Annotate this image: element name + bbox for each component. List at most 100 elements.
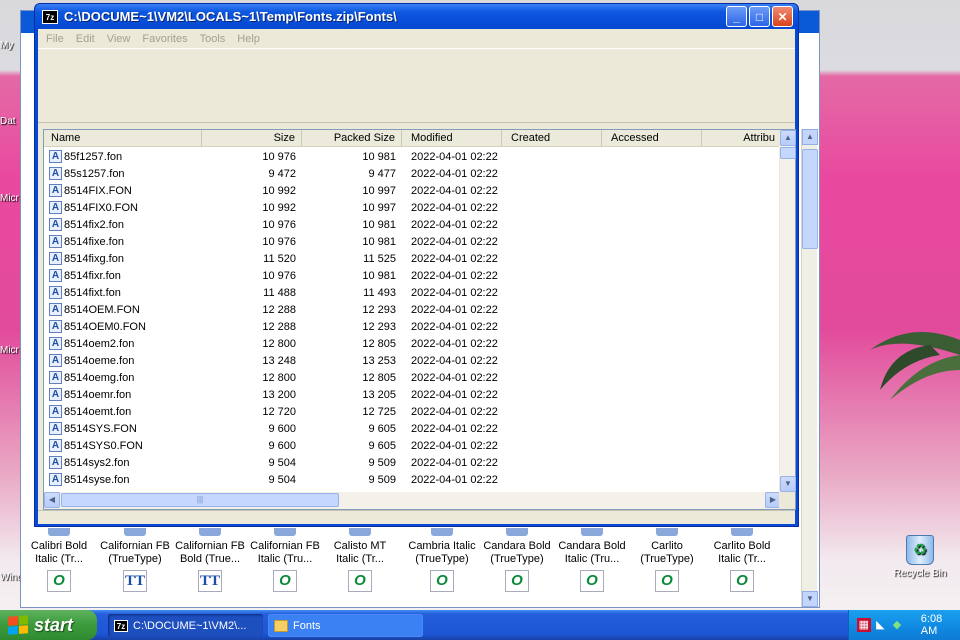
menu-favorites[interactable]: Favorites xyxy=(136,33,193,45)
toolbar-area xyxy=(38,49,795,123)
taskbar-button-fonts[interactable]: Fonts xyxy=(268,614,423,637)
file-row[interactable]: A 85s1257.fon 9 472 9 477 2022-04-01 02:22 xyxy=(44,165,781,182)
file-row[interactable]: A 8514fixe.fon 10 976 10 981 2022-04-01 02:2… xyxy=(44,233,781,250)
scroll-down-arrow-icon[interactable]: ▼ xyxy=(802,591,818,607)
file-name-cell: A 8514SYS.FON xyxy=(44,422,202,435)
7zip-window[interactable]: 7z C:\DOCUME~1\VM2\LOCALS~1\Temp\Fonts.z… xyxy=(34,3,799,527)
file-name: 8514oemr.fon xyxy=(64,388,132,401)
file-packed-size: 9 509 xyxy=(368,456,396,469)
desktop-icon-label[interactable]: Dat xyxy=(0,116,22,127)
maximize-button[interactable]: □ xyxy=(749,6,770,27)
file-row[interactable]: A 8514FIX0.FON 10 992 10 997 2022-04-01 02:2… xyxy=(44,199,781,216)
file-name-cell: A 8514fixg.fon xyxy=(44,252,202,265)
file-row[interactable]: A 8514syse.fon 9 504 9 509 2022-04-01 02:22 xyxy=(44,471,781,488)
fonts-folder-scrollbar[interactable]: ▲ ▼ xyxy=(801,129,818,607)
file-row[interactable]: A 8514oemg.fon 12 800 12 805 2022-04-01 02:2… xyxy=(44,369,781,386)
file-size: 9 472 xyxy=(268,167,296,180)
column-packed-size[interactable]: Packed Size xyxy=(302,130,402,146)
vertical-scrollbar[interactable]: ▲ ▼ xyxy=(779,130,796,492)
vertical-scroll-thumb[interactable] xyxy=(780,147,796,159)
file-packed-size: 13 253 xyxy=(362,354,396,367)
file-packed-size: 11 525 xyxy=(363,252,396,265)
recycle-bin[interactable]: Recycle Bin xyxy=(888,535,952,579)
font-file-icon: A xyxy=(49,337,62,350)
tray-flag-icon[interactable]: ▦ xyxy=(857,618,871,632)
font-file-label: Cambria Italic xyxy=(408,540,476,552)
column-modified[interactable]: Modified xyxy=(402,130,502,146)
taskbar-button-7zip[interactable]: 7z C:\DOCUME~1\VM2\... xyxy=(108,614,263,637)
file-row[interactable]: A 8514OEM.FON 12 288 12 293 2022-04-01 02:22 xyxy=(44,301,781,318)
column-accessed[interactable]: Accessed xyxy=(602,130,702,146)
minimize-button[interactable]: _ xyxy=(726,6,747,27)
file-row[interactable]: A 8514SYS.FON 9 600 9 605 2022-04-01 02:22 xyxy=(44,420,781,437)
close-button[interactable]: ✕ xyxy=(772,6,793,27)
menu-help[interactable]: Help xyxy=(231,33,266,45)
font-file-label: Calisto MT xyxy=(333,540,387,552)
file-packed-size: 10 981 xyxy=(362,150,396,163)
menu-edit[interactable]: Edit xyxy=(70,33,101,45)
horizontal-scrollbar[interactable]: ◀ ||| ▶ xyxy=(44,492,781,509)
font-file-icon[interactable]: Carlito Bold Italic (Tr... O xyxy=(705,528,779,592)
file-row[interactable]: A 8514FIX.FON 10 992 10 997 2022-04-01 02:22 xyxy=(44,182,781,199)
font-file-label: (TrueType) xyxy=(490,553,544,565)
file-row[interactable]: A 85f1257.fon 10 976 10 981 2022-04-01 02:22 xyxy=(44,148,781,165)
desktop-icon-label[interactable]: Wind xyxy=(0,572,22,583)
scroll-down-arrow-icon[interactable]: ▼ xyxy=(780,476,796,492)
font-file-icon[interactable]: Carlito (TrueType) O xyxy=(630,528,704,592)
scroll-up-arrow-icon[interactable]: ▲ xyxy=(802,129,818,145)
file-row[interactable]: A 8514fixg.fon 11 520 11 525 2022-04-01 02:2… xyxy=(44,250,781,267)
file-row[interactable]: A 8514fixt.fon 11 488 11 493 2022-04-01 02:2… xyxy=(44,284,781,301)
window-titlebar[interactable]: 7z C:\DOCUME~1\VM2\LOCALS~1\Temp\Fonts.z… xyxy=(38,4,795,29)
column-name[interactable]: Name xyxy=(44,130,202,146)
file-row[interactable]: A 8514fix2.fon 10 976 10 981 2022-04-01 02:2… xyxy=(44,216,781,233)
taskbar-clock[interactable]: 6:08 AM xyxy=(921,613,960,637)
font-file-icon[interactable]: Calisto MT Italic (Tr... O xyxy=(323,528,397,592)
desktop-icon-label[interactable]: My xyxy=(0,40,22,51)
start-button[interactable]: start xyxy=(0,610,97,640)
desktop-icon-label[interactable]: Micr xyxy=(0,193,22,204)
file-row[interactable]: A 8514oem2.fon 12 800 12 805 2022-04-01 02:2… xyxy=(44,335,781,352)
font-file-icon[interactable]: Californian FB Bold (True... TT xyxy=(173,528,247,592)
menu-file[interactable]: File xyxy=(40,33,70,45)
file-name: 8514oeme.fon xyxy=(64,354,135,367)
file-list[interactable]: Name Size Packed Size Modified Created A… xyxy=(43,129,796,510)
file-row[interactable]: A 8514oemt.fon 12 720 12 725 2022-04-01 02:2… xyxy=(44,403,781,420)
font-file-icon[interactable]: Candara Bold (TrueType) O xyxy=(480,528,554,592)
column-attributes[interactable]: Attribu xyxy=(702,130,781,146)
file-packed-size: 12 293 xyxy=(362,320,396,333)
font-file-label: Italic (Tr... xyxy=(336,553,384,565)
file-row[interactable]: A 8514SYS0.FON 9 600 9 605 2022-04-01 02:22 xyxy=(44,437,781,454)
file-name-cell: A 8514oeme.fon xyxy=(44,354,202,367)
scroll-up-arrow-icon[interactable]: ▲ xyxy=(780,130,796,146)
opentype-font-icon: O xyxy=(505,570,529,592)
file-row[interactable]: A 8514oeme.fon 13 248 13 253 2022-04-01 02:2… xyxy=(44,352,781,369)
desktop-icon-label[interactable]: Micr xyxy=(0,345,22,356)
font-file-icon: A xyxy=(49,354,62,367)
file-modified: 2022-04-01 02:22 xyxy=(411,184,498,197)
file-row[interactable]: A 8514OEM0.FON 12 288 12 293 2022-04-01 02:2… xyxy=(44,318,781,335)
tray-security-icon[interactable]: ◆ xyxy=(890,618,904,632)
file-row[interactable]: A 8514oemr.fon 13 200 13 205 2022-04-01 02:2… xyxy=(44,386,781,403)
7zip-app-icon[interactable]: 7z xyxy=(42,9,58,24)
column-size[interactable]: Size xyxy=(202,130,302,146)
file-row[interactable]: A 8514sys2.fon 9 504 9 509 2022-04-01 02:22 xyxy=(44,454,781,471)
tray-network-icon[interactable]: ◣ xyxy=(874,618,888,632)
horizontal-scroll-thumb[interactable]: ||| xyxy=(61,493,339,507)
font-file-icon[interactable]: Calibri Bold Italic (Tr... O xyxy=(22,528,96,592)
font-file-icon: A xyxy=(49,473,62,486)
file-row[interactable]: A 8514fixr.fon 10 976 10 981 2022-04-01 02:2… xyxy=(44,267,781,284)
file-modified: 2022-04-01 02:22 xyxy=(411,303,498,316)
file-name: 8514syse.fon xyxy=(64,473,130,486)
file-name: 8514sys2.fon xyxy=(64,456,130,469)
scroll-thumb[interactable] xyxy=(802,149,818,249)
column-created[interactable]: Created xyxy=(502,130,602,146)
file-name-cell: A 8514fixt.fon xyxy=(44,286,202,299)
window-client-area: File Edit View Favorites Tools Help Name… xyxy=(38,29,796,524)
scroll-left-arrow-icon[interactable]: ◀ xyxy=(44,492,60,508)
menu-tools[interactable]: Tools xyxy=(194,33,232,45)
font-file-icon[interactable]: Californian FB Italic (Tru... O xyxy=(248,528,322,592)
menu-view[interactable]: View xyxy=(101,33,137,45)
font-file-icon[interactable]: Cambria Italic (TrueType) O xyxy=(405,528,479,592)
font-file-icon[interactable]: Candara Bold Italic (Tru... O xyxy=(555,528,629,592)
font-file-icon[interactable]: Californian FB (TrueType) TT xyxy=(98,528,172,592)
